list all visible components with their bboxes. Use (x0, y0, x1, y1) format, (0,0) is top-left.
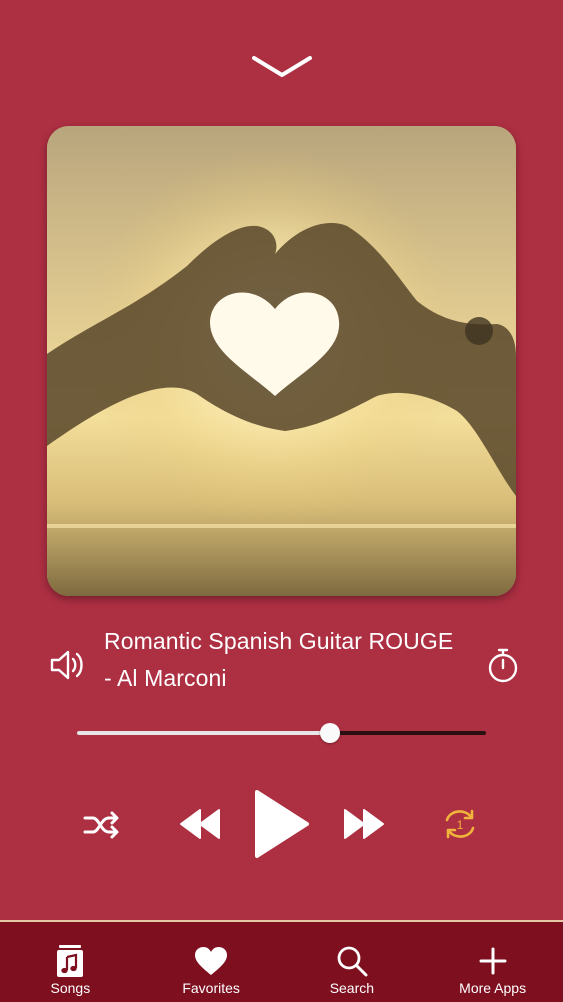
album-artwork (47, 126, 516, 596)
tab-favorites[interactable]: Favorites (141, 922, 282, 1002)
bottom-tab-bar: Songs Favorites Search More Apps (0, 920, 563, 1002)
tab-songs-label: Songs (50, 980, 91, 996)
tab-search[interactable]: Search (282, 922, 423, 1002)
repeat-badge: 1 (457, 818, 464, 832)
track-artist: - Al Marconi (104, 665, 227, 691)
play-button[interactable] (250, 787, 312, 861)
music-note-icon (57, 945, 84, 977)
shuffle-button[interactable] (82, 805, 122, 845)
chevron-down-icon (252, 56, 312, 77)
seek-progress (77, 731, 330, 735)
tab-search-label: Search (329, 980, 375, 996)
seek-thumb[interactable] (319, 723, 340, 743)
tab-songs[interactable]: Songs (0, 922, 141, 1002)
shuffle-icon (83, 811, 119, 839)
play-icon (255, 790, 309, 858)
speaker-icon (50, 650, 83, 680)
volume-button[interactable] (48, 645, 88, 685)
collapse-button[interactable] (251, 52, 313, 82)
track-title: Romantic Spanish Guitar ROUGE (104, 628, 454, 654)
tab-more-apps-label: More Apps (459, 980, 527, 996)
rewind-icon (180, 809, 220, 839)
fast-forward-button[interactable] (340, 801, 388, 847)
tab-more-apps[interactable]: More Apps (422, 922, 563, 1002)
tab-favorites-label: Favorites (182, 980, 240, 996)
search-icon (337, 946, 368, 977)
sleep-timer-button[interactable] (484, 645, 522, 685)
fast-forward-icon (344, 809, 384, 839)
track-title-block: Romantic Spanish Guitar ROUGE - Al Marco… (104, 623, 482, 697)
rewind-button[interactable] (176, 801, 224, 847)
repeat-button[interactable]: 1 (440, 804, 480, 844)
stopwatch-icon (488, 648, 518, 683)
heart-icon (195, 947, 228, 975)
repeat-one-icon: 1 (445, 809, 475, 839)
seek-slider[interactable] (77, 722, 486, 744)
plus-icon (479, 947, 507, 975)
